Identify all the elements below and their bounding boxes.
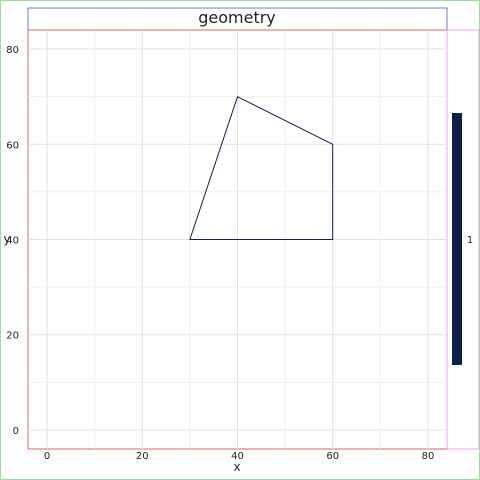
colorbar-frame <box>446 29 480 450</box>
x-tick-label: 0 <box>44 451 50 462</box>
polygon-shape <box>189 95 334 240</box>
chart-svg: geometry 0 20 40 60 80020406080 x y 1 <box>0 0 480 480</box>
chart-root: geometry 0 20 40 60 80 0 20 40 60 80 x y 1 <box>0 0 480 480</box>
x-axis-label: x <box>233 460 240 474</box>
ticks: 0 20 40 60 80020406080 <box>6 45 434 462</box>
y-tick-label: 80 <box>6 45 19 56</box>
x-tick-label: 80 <box>422 451 435 462</box>
x-tick-label: 20 <box>136 451 149 462</box>
colorbar-bar <box>452 113 462 365</box>
y-axis-label: y <box>3 232 10 246</box>
y-tick-label: 0 <box>13 426 19 437</box>
colorbar-label: 1 <box>467 235 473 246</box>
y-tick-label: 20 <box>6 331 19 342</box>
chart-title: geometry <box>198 8 276 27</box>
y-tick-label: 60 <box>6 140 19 151</box>
x-tick-label: 60 <box>326 451 339 462</box>
marks <box>189 95 334 240</box>
